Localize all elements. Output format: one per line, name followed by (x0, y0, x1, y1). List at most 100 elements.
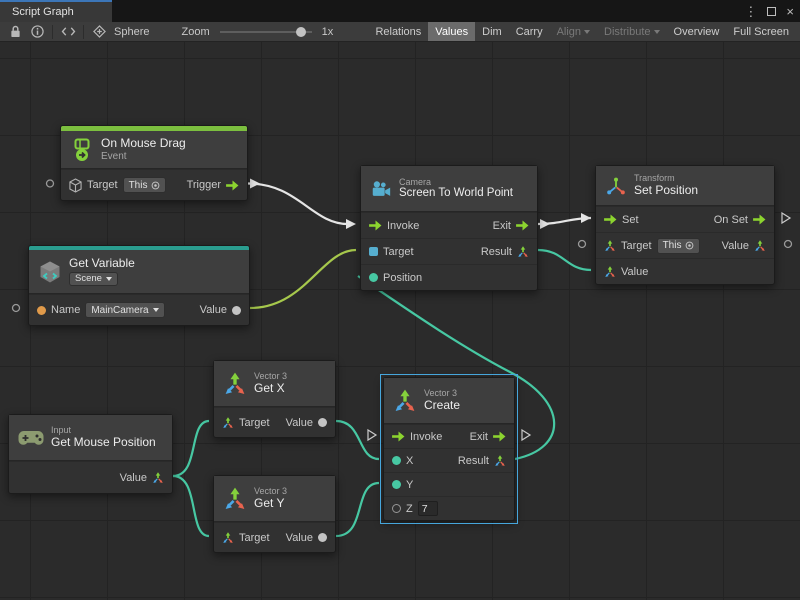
vector3-input-port[interactable] (604, 266, 616, 278)
wire-arrow-icon (346, 219, 356, 229)
toolbar-buttons: Relations Values Dim Carry Align Distrib… (368, 22, 796, 41)
close-icon[interactable]: × (786, 5, 794, 18)
node-get-x[interactable]: Vector 3 Get X Target Value (213, 360, 336, 438)
wire-maincamera-to-target[interactable] (250, 250, 356, 308)
port-label-target: Target (87, 179, 118, 191)
wire-mouse-to-gety[interactable] (173, 476, 209, 536)
port-label-exit: Exit (470, 431, 488, 443)
node-subtitle: Event (101, 151, 186, 163)
port-label-value-in: Value (621, 266, 648, 278)
port-circle[interactable] (785, 241, 792, 248)
values-button[interactable]: Values (428, 22, 475, 41)
node-get-variable[interactable]: Get Variable Scene Name MainCamera Value (28, 245, 250, 326)
wire-mouse-to-getx[interactable] (173, 421, 209, 476)
tab-script-graph[interactable]: Script Graph (0, 0, 112, 22)
align-button[interactable]: Align (550, 22, 597, 41)
distribute-button[interactable]: Distribute (597, 22, 666, 41)
port-label-invoke: Invoke (387, 220, 419, 232)
value-output-port[interactable] (232, 306, 241, 315)
code-icon[interactable] (60, 24, 76, 40)
carry-button[interactable]: Carry (509, 22, 550, 41)
node-get-mouse-position[interactable]: Input Get Mouse Position Value (8, 414, 173, 494)
float-input-port[interactable] (392, 504, 401, 513)
port-label-value: Value (286, 532, 313, 544)
vector3-input-port[interactable] (222, 532, 234, 544)
port-label-y: Y (406, 479, 413, 491)
node-screen-to-world-point[interactable]: Camera Screen To World Point Invoke Exit… (360, 165, 538, 291)
port-label-z: Z (406, 503, 413, 515)
zoom-slider[interactable] (220, 26, 312, 38)
float-output-port[interactable] (318, 418, 327, 427)
chevron-down-icon (584, 30, 590, 34)
node-title: Set Position (634, 184, 698, 198)
object-picker-icon[interactable] (151, 181, 160, 190)
wire-getx-to-create-x[interactable] (336, 421, 379, 459)
vector3-icon (393, 389, 417, 413)
vector3-output-port[interactable] (494, 455, 506, 467)
mouse-drag-event-icon (70, 138, 94, 162)
control-output-port[interactable] (226, 180, 239, 191)
port-label-on-set: On Set (714, 214, 748, 226)
wire-trigger-to-invoke[interactable] (248, 184, 348, 225)
port-label-exit: Exit (493, 220, 511, 232)
lock-icon[interactable] (7, 24, 23, 40)
z-value-field[interactable] (418, 501, 438, 516)
this-object-chip[interactable]: This (657, 238, 701, 254)
relations-button[interactable]: Relations (368, 22, 428, 41)
port-triangle[interactable] (368, 430, 376, 440)
vector3-output-port[interactable] (754, 240, 766, 252)
port-circle[interactable] (13, 305, 20, 312)
control-input-port[interactable] (369, 220, 382, 231)
port-triangle[interactable] (522, 430, 530, 440)
vector3-input-port[interactable] (369, 273, 378, 282)
graph-canvas[interactable]: On Mouse Drag Event Target This Trigger (0, 42, 800, 600)
camera-input-port[interactable] (369, 247, 378, 256)
tab-bar: Script Graph ⋮ × (0, 0, 800, 22)
chevron-down-icon (106, 277, 112, 281)
zoom-slider-handle[interactable] (296, 27, 306, 37)
maximize-icon[interactable] (767, 7, 776, 16)
variable-kind-dropdown[interactable]: Scene (69, 272, 118, 286)
control-input-port[interactable] (392, 431, 405, 442)
variable-name-dropdown[interactable]: MainCamera (85, 302, 164, 318)
vector3-output-port[interactable] (152, 472, 164, 484)
string-input-port[interactable] (37, 306, 46, 315)
float-input-port[interactable] (392, 456, 401, 465)
wire-gety-to-create-y[interactable] (336, 483, 379, 536)
camera-icon (370, 179, 392, 199)
kebab-menu-icon[interactable]: ⋮ (744, 5, 757, 18)
port-circle[interactable] (579, 241, 586, 248)
port-triangle[interactable] (782, 213, 790, 223)
port-label-set: Set (622, 214, 639, 226)
wire-result-to-setposition-value[interactable] (538, 250, 591, 270)
info-icon[interactable] (29, 24, 45, 40)
port-label-trigger: Trigger (187, 179, 221, 191)
control-input-port[interactable] (604, 214, 617, 225)
node-set-position[interactable]: Transform Set Position Set On Set Target… (595, 165, 775, 285)
port-circle[interactable] (47, 180, 54, 187)
control-output-port[interactable] (516, 220, 529, 231)
full-screen-button[interactable]: Full Screen (726, 22, 796, 41)
node-get-y[interactable]: Vector 3 Get Y Target Value (213, 475, 336, 553)
script-graph-window: Script Graph ⋮ × Sphere Zoom 1x Relation… (0, 0, 800, 600)
chevron-down-icon (654, 30, 660, 34)
node-on-mouse-drag[interactable]: On Mouse Drag Event Target This Trigger (60, 125, 248, 201)
object-picker-icon[interactable] (685, 241, 694, 250)
vector3-output-port[interactable] (517, 246, 529, 258)
this-object-chip[interactable]: This (123, 177, 167, 193)
dim-button[interactable]: Dim (475, 22, 509, 41)
float-input-port[interactable] (392, 480, 401, 489)
control-output-port[interactable] (753, 214, 766, 225)
float-output-port[interactable] (318, 533, 327, 542)
crosshair-icon[interactable] (91, 24, 107, 40)
overview-button[interactable]: Overview (667, 22, 727, 41)
wire-arrow-icon (540, 219, 550, 229)
control-output-port[interactable] (493, 431, 506, 442)
node-title: Get Variable (69, 257, 135, 271)
vector3-input-port[interactable] (222, 417, 234, 429)
zoom-label: Zoom (181, 26, 209, 38)
port-label-x: X (406, 455, 413, 467)
transform-input-port[interactable] (604, 240, 616, 252)
node-vector3-create[interactable]: Vector 3 Create Invoke Exit X Result (383, 377, 515, 521)
node-category: Camera (399, 177, 513, 187)
